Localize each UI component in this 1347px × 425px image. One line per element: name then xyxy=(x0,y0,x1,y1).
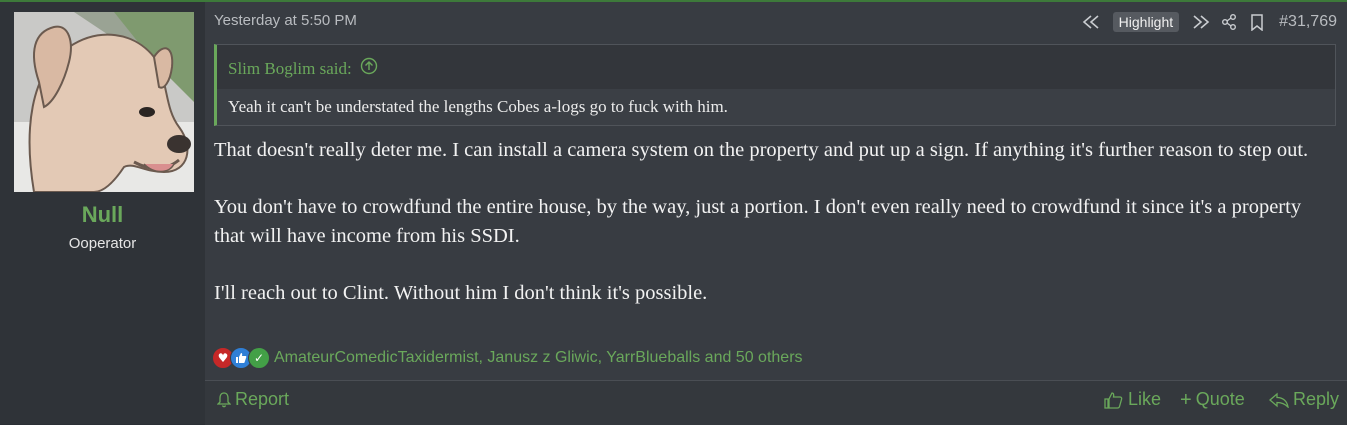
post-user-column: Null Ooperator xyxy=(0,2,205,424)
reply-arrow-icon xyxy=(1269,392,1289,408)
post-date[interactable]: Yesterday at 5:50 PM xyxy=(214,12,357,29)
reply-label: Reply xyxy=(1293,389,1340,409)
like-label: Like xyxy=(1128,389,1162,409)
quote-text: Yeah it can't be understated the lengths… xyxy=(228,97,728,116)
highlight-button[interactable]: Highlight xyxy=(1112,12,1180,32)
quote-header: Slim Boglim said: xyxy=(228,57,378,80)
dog-avatar-image xyxy=(14,12,194,192)
post-paragraph: That doesn't really deter me. I can inst… xyxy=(214,139,1309,161)
post-paragraph: I'll reach out to Clint. Without him I d… xyxy=(214,282,708,304)
next-highlight-icon[interactable] xyxy=(1187,10,1215,34)
bookmark-icon[interactable] xyxy=(1243,10,1271,34)
post-paragraph: You don't have to crowdfund the entire h… xyxy=(214,196,1302,247)
reactions-bar[interactable]: ♥ ✓ AmateurComedicTaxidermist, Janusz z … xyxy=(212,346,803,370)
quote-author[interactable]: Slim Boglim said: xyxy=(228,59,352,79)
post-actions: Highlight #31,769 xyxy=(1077,10,1337,34)
quote-label: Quote xyxy=(1195,389,1245,409)
report-label: Report xyxy=(235,389,290,409)
jump-to-quote-icon[interactable] xyxy=(360,57,378,80)
plus-icon: + xyxy=(1180,388,1192,411)
check-icon: ✓ xyxy=(248,347,270,369)
reaction-icons: ♥ ✓ xyxy=(212,347,270,369)
post-author-title: Ooperator xyxy=(68,235,137,252)
post-main: Yesterday at 5:50 PM Highlight #31,769 S… xyxy=(205,2,1347,425)
forum-post: Null Ooperator Yesterday at 5:50 PM High… xyxy=(0,0,1347,425)
post-author-name[interactable]: Null xyxy=(0,202,205,228)
reaction-users-link[interactable]: AmateurComedicTaxidermist, Janusz z Gliw… xyxy=(274,349,803,367)
post-body: That doesn't really deter me. I can inst… xyxy=(214,136,1334,336)
post-footer: Report Like + Quote Reply xyxy=(205,380,1347,425)
quote-button[interactable]: + Quote xyxy=(1180,389,1245,410)
reply-button[interactable]: Reply xyxy=(1269,389,1339,410)
bell-icon xyxy=(217,391,231,407)
post-number-link[interactable]: #31,769 xyxy=(1279,13,1337,31)
report-button[interactable]: Report xyxy=(217,389,289,410)
thumbs-up-outline-icon xyxy=(1104,391,1123,409)
previous-highlight-icon[interactable] xyxy=(1077,10,1105,34)
quote-block: Slim Boglim said: Yeah it can't be under… xyxy=(214,44,1336,126)
like-button[interactable]: Like xyxy=(1104,389,1161,410)
avatar[interactable] xyxy=(14,12,194,192)
quote-body: Yeah it can't be understated the lengths… xyxy=(217,89,1335,125)
share-icon[interactable] xyxy=(1215,10,1243,34)
